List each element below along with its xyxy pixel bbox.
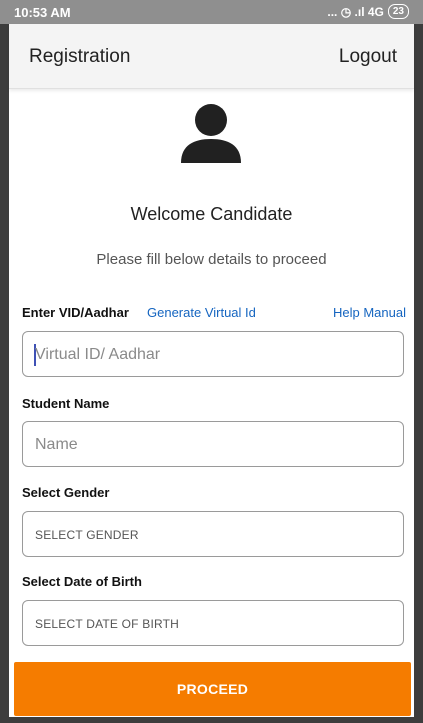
- dob-select[interactable]: SELECT DATE OF BIRTH: [22, 600, 404, 646]
- person-icon: [181, 104, 241, 163]
- generate-virtual-id-link[interactable]: Generate Virtual Id: [147, 305, 256, 320]
- vid-input[interactable]: Virtual ID/ Aadhar: [22, 331, 404, 377]
- dob-placeholder: SELECT DATE OF BIRTH: [35, 617, 180, 631]
- proceed-label: PROCEED: [176, 681, 249, 697]
- status-time: 10:53 AM: [14, 5, 71, 20]
- vid-placeholder: Virtual ID/ Aadhar: [35, 346, 161, 363]
- bottom-frame: [0, 717, 423, 723]
- frame-left: [0, 24, 9, 723]
- dob-label: Select Date of Birth: [22, 574, 142, 589]
- app-bar: Registration Logout: [9, 24, 414, 89]
- status-icons: ... ◷ .ıl 4G 23: [327, 4, 409, 19]
- student-name-label: Student Name: [22, 396, 110, 411]
- signal-indicators: ... ◷ .ıl 4G: [327, 4, 384, 19]
- gender-select[interactable]: SELECT GENDER: [22, 511, 404, 557]
- frame-right: [414, 24, 423, 723]
- gender-placeholder: SELECT GENDER: [35, 528, 139, 542]
- proceed-button[interactable]: PROCEED: [14, 662, 411, 716]
- student-name-input[interactable]: Name: [22, 421, 404, 467]
- welcome-title: Welcome Candidate: [130, 204, 293, 224]
- help-manual-link[interactable]: Help Manual: [333, 305, 406, 320]
- battery-icon: 23: [387, 4, 409, 19]
- vid-label: Enter VID/Aadhar: [22, 305, 129, 320]
- logout-button[interactable]: Logout: [339, 46, 397, 68]
- student-name-placeholder: Name: [35, 436, 78, 453]
- app-bar-title: Registration: [29, 46, 131, 67]
- welcome-subtitle: Please fill below details to proceed: [96, 251, 327, 268]
- gender-label: Select Gender: [22, 485, 110, 500]
- status-bar: 10:53 AM ... ◷ .ıl 4G 23: [0, 0, 423, 24]
